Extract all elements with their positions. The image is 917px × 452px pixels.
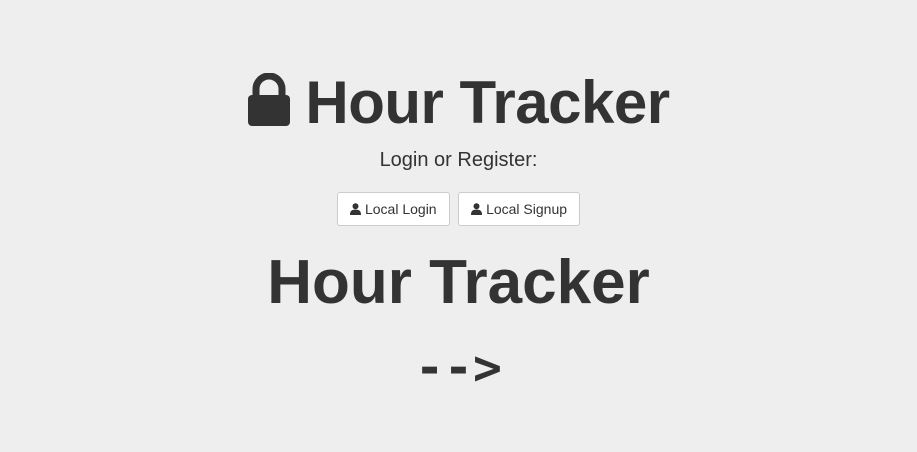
page-title: Hour Tracker [0, 70, 917, 136]
local-login-label: Local Login [364, 201, 437, 217]
user-icon [471, 203, 483, 215]
lock-icon [247, 73, 291, 127]
heading: Hour Tracker [267, 248, 650, 317]
local-signup-label: Local Signup [486, 201, 568, 217]
login-register-prompt: Login or Register: [379, 149, 538, 171]
page-title-text: Hour Tracker [305, 69, 670, 136]
page: Hour Tracker Login or Register: Local Lo… [0, 0, 917, 452]
arrow-text: --> [415, 340, 502, 396]
user-icon [349, 203, 361, 215]
local-signup-button[interactable]: Local Signup [458, 192, 581, 226]
auth-buttons: Local Login Local Signup [0, 192, 917, 226]
local-login-button[interactable]: Local Login [336, 192, 450, 226]
